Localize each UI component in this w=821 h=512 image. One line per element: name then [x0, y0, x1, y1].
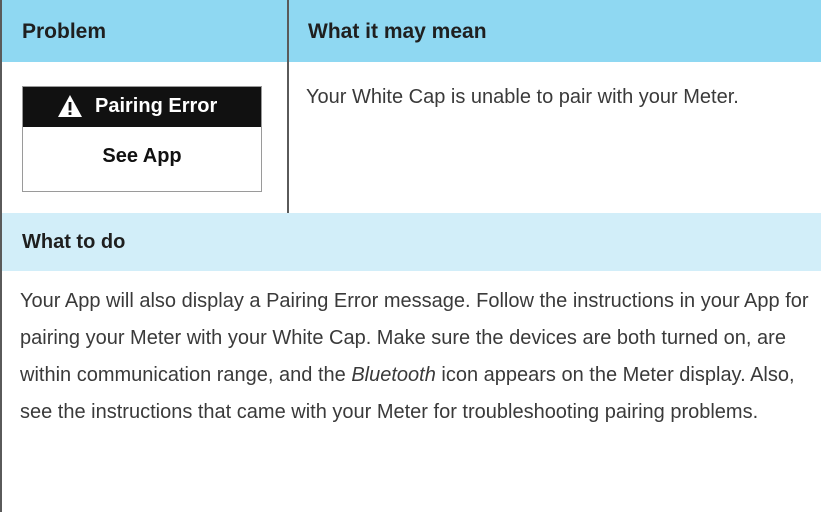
warning-triangle-icon [58, 95, 82, 117]
meter-sub-text: See App [102, 145, 182, 167]
header-problem: Problem [22, 20, 107, 43]
what-to-do-title: What to do [22, 231, 126, 253]
meter-error-banner: Pairing Error [23, 87, 261, 127]
table-header-row: Problem What it may mean [2, 0, 821, 62]
what-to-do-instructions: Your App will also display a Pairing Err… [20, 283, 810, 431]
troubleshooting-page: Problem What it may mean Pairing Error S… [0, 0, 821, 512]
what-to-do-header: What to do [2, 213, 821, 271]
bluetooth-italic: Bluetooth [351, 364, 436, 386]
meaning-description: Your White Cap is unable to pair with yo… [306, 86, 739, 108]
meter-display-illustration: Pairing Error See App [22, 86, 262, 192]
header-what-it-may-mean: What it may mean [308, 20, 487, 43]
column-divider [287, 0, 289, 213]
meter-banner-text: Pairing Error [95, 95, 218, 117]
